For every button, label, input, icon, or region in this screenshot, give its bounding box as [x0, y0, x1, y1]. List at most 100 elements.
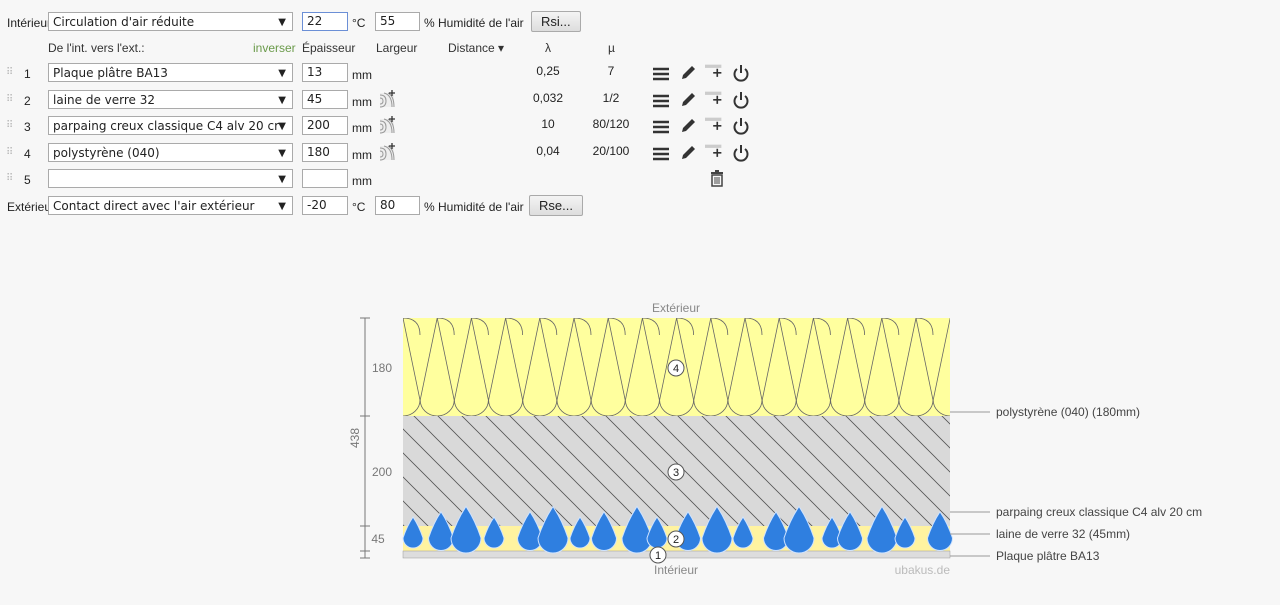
- layer-lambda: 10: [541, 117, 555, 131]
- layer-material-select[interactable]: laine de verre 32 ▼: [48, 89, 293, 109]
- thickness-unit: mm: [352, 68, 372, 82]
- layer-material-value: Plaque plâtre BA13: [53, 66, 168, 80]
- layer-thickness-input[interactable]: 200: [302, 116, 348, 135]
- dim-polystyrene: 180: [372, 361, 392, 375]
- callout-plaque: Plaque plâtre BA13: [996, 549, 1100, 563]
- dropdown-arrow-icon: ▼: [278, 17, 286, 28]
- layer-material-select[interactable]: parpaing creux classique C4 alv 20 cr ▼: [48, 116, 293, 135]
- drag-handle[interactable]: ⠿: [6, 67, 13, 78]
- layer-material-select[interactable]: Plaque plâtre BA13 ▼: [48, 63, 293, 82]
- layer-mu: 1/2: [602, 90, 620, 105]
- rse-button[interactable]: Rse...: [529, 195, 583, 216]
- interior-condition-value: Circulation d'air réduite: [53, 15, 195, 29]
- drag-handle[interactable]: ⠿: [6, 94, 13, 105]
- dim-parpaing: 200: [372, 465, 392, 479]
- exterior-condition-select[interactable]: Contact direct avec l'air extérieur ▼: [48, 196, 293, 215]
- layer-num-1: 1: [655, 550, 661, 562]
- drag-handle[interactable]: ⠿: [6, 120, 13, 131]
- direction-label: De l'int. vers l'ext.:: [48, 41, 145, 55]
- layer-num-3: 3: [673, 467, 679, 479]
- layer-lambda: 0,25: [536, 64, 560, 78]
- menu-icon[interactable]: [652, 145, 670, 163]
- mu-header: µ: [608, 41, 615, 55]
- layer-material-select[interactable]: ▼: [48, 169, 293, 188]
- layer-mu: 7: [607, 64, 615, 78]
- interior-label: Intérieur: [7, 16, 52, 30]
- layer-mu: 80/120: [592, 117, 630, 131]
- dim-total: 438: [348, 428, 362, 448]
- layer-thickness-input[interactable]: 180: [302, 142, 348, 162]
- interior-temp-input[interactable]: 22: [302, 12, 348, 31]
- dropdown-arrow-icon: ▼: [278, 147, 286, 159]
- pencil-icon[interactable]: [679, 144, 697, 162]
- dropdown-arrow-icon: ▼: [278, 201, 286, 212]
- insert-layer-icon[interactable]: [705, 63, 723, 81]
- reverse-link[interactable]: inverser: [253, 41, 296, 55]
- layer-lambda: 0,04: [536, 143, 560, 158]
- dim-laine: 45: [371, 532, 385, 546]
- add-inhomogeneous-icon[interactable]: [378, 116, 396, 134]
- diagram-top-label: Extérieur: [652, 301, 700, 315]
- pencil-icon[interactable]: [679, 64, 697, 82]
- menu-icon[interactable]: [652, 92, 670, 110]
- layer-num-4: 4: [673, 363, 679, 375]
- insert-layer-icon[interactable]: [705, 90, 723, 108]
- interior-temp-unit: °C: [352, 16, 366, 30]
- add-inhomogeneous-icon[interactable]: [378, 89, 396, 108]
- thickness-unit: mm: [352, 174, 372, 188]
- layer-number: 2: [24, 93, 31, 108]
- interior-condition-select[interactable]: Circulation d'air réduite ▼: [48, 12, 293, 31]
- insert-layer-icon[interactable]: [705, 116, 723, 134]
- pencil-icon[interactable]: [679, 91, 697, 109]
- menu-icon[interactable]: [652, 65, 670, 83]
- exterior-humidity-label: % Humidité de l'air: [424, 200, 524, 214]
- layer-mu: 20/100: [592, 143, 630, 158]
- power-toggle-icon[interactable]: [732, 64, 750, 82]
- thickness-unit: mm: [352, 94, 372, 109]
- layer-plaque: [402, 550, 951, 559]
- drag-handle[interactable]: ⠿: [6, 147, 13, 158]
- width-header: Largeur: [376, 41, 418, 55]
- power-toggle-icon[interactable]: [732, 144, 750, 162]
- menu-icon[interactable]: [652, 118, 670, 136]
- power-toggle-icon[interactable]: [732, 91, 750, 109]
- layer-lambda: 0,032: [532, 90, 564, 105]
- interior-humidity-label: % Humidité de l'air: [424, 16, 524, 30]
- distance-header[interactable]: Distance ▾: [448, 41, 504, 55]
- layer-number: 1: [24, 67, 31, 81]
- dropdown-arrow-icon: ▼: [278, 94, 286, 106]
- layer-material-value: polystyrène (040): [53, 145, 160, 160]
- callout-laine: laine de verre 32 (45mm): [996, 527, 1130, 541]
- callout-polystyrene: polystyrène (040) (180mm): [996, 405, 1140, 419]
- layer-material-value: laine de verre 32: [53, 92, 155, 107]
- layer-thickness-input[interactable]: 45: [302, 89, 348, 109]
- watermark: ubakus.de: [895, 563, 951, 577]
- exterior-temp-unit: °C: [352, 200, 366, 214]
- drag-handle[interactable]: ⠿: [6, 173, 13, 184]
- wall-diagram: Extérieur 180 200 45 438 4 3 21 polystyrèn…: [348, 301, 1202, 577]
- diagram-bottom-label: Intérieur: [654, 563, 698, 577]
- layer-material-select[interactable]: polystyrène (040) ▼: [48, 142, 293, 162]
- layer-num-2: 2: [673, 534, 679, 546]
- layer-thickness-input[interactable]: [302, 169, 348, 188]
- insert-layer-icon[interactable]: [705, 143, 723, 161]
- layer-number: 4: [24, 146, 31, 161]
- add-inhomogeneous-icon[interactable]: [378, 142, 396, 161]
- layer-thickness-input[interactable]: 13: [302, 63, 348, 82]
- thickness-header: Épaisseur: [302, 41, 356, 55]
- trash-icon[interactable]: [708, 169, 726, 187]
- exterior-humidity-input[interactable]: 80: [375, 196, 420, 215]
- rsi-button[interactable]: Rsi...: [531, 11, 581, 32]
- layer-number: 5: [24, 173, 31, 187]
- pencil-icon[interactable]: [679, 117, 697, 135]
- power-toggle-icon[interactable]: [732, 117, 750, 135]
- layer-material-value: parpaing creux classique C4 alv 20 cr: [53, 119, 280, 133]
- exterior-temp-input[interactable]: -20: [302, 196, 348, 215]
- interior-humidity-input[interactable]: 55: [375, 12, 420, 31]
- dropdown-arrow-icon: ▼: [278, 68, 286, 79]
- exterior-condition-value: Contact direct avec l'air extérieur: [53, 199, 255, 213]
- dropdown-arrow-icon: ▼: [278, 174, 286, 185]
- lambda-header: λ: [545, 41, 551, 55]
- thickness-unit: mm: [352, 121, 372, 135]
- thickness-unit: mm: [352, 147, 372, 162]
